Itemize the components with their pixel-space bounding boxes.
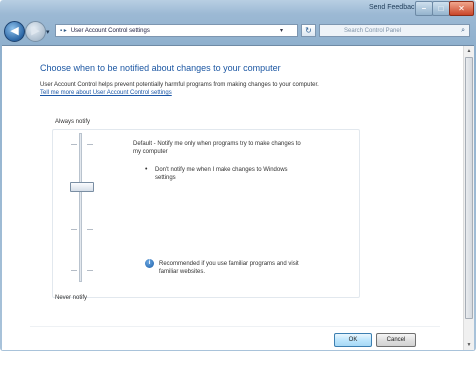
scroll-thumb[interactable] <box>465 57 473 319</box>
search-placeholder: Search Control Panel <box>344 28 402 34</box>
close-icon: ✕ <box>458 4 465 13</box>
navigation-bar: ◀ ▶ ▾ ▪ ▸ User Account Control settings ▾… <box>0 17 476 45</box>
content-pane: Choose when to be notified about changes… <box>2 45 474 350</box>
maximize-icon: □ <box>438 4 444 13</box>
cancel-label: Cancel <box>386 337 406 343</box>
refresh-icon: ↻ <box>305 26 312 35</box>
tell-me-more-link[interactable]: Tell me more about User Account Control … <box>40 90 172 96</box>
slider-track[interactable] <box>79 133 82 282</box>
send-feedback-link[interactable]: Send Feedback <box>369 2 418 13</box>
vertical-scrollbar[interactable]: ▲ ▼ <box>463 46 474 350</box>
address-text: User Account Control settings <box>70 28 150 34</box>
page-title: Choose when to be notified about changes… <box>40 63 281 73</box>
forward-button[interactable]: ▶ <box>25 21 46 42</box>
slider-top-label: Always notify <box>55 119 91 125</box>
recent-pages-dropdown-icon[interactable]: ▾ <box>46 28 50 36</box>
level-bullet: Don't notify me when I make changes to W… <box>155 167 288 181</box>
window-frame: Send Feedback – □ ✕ ◀ ▶ ▾ ▪ ▸ User Accoun… <box>0 0 476 351</box>
address-bar[interactable]: ▪ ▸ User Account Control settings ▾ <box>55 24 298 37</box>
back-arrow-icon: ◀ <box>10 25 19 37</box>
slider-bottom-label: Never notify <box>55 295 88 301</box>
slider-tick <box>87 144 93 145</box>
slider-tick <box>71 270 77 271</box>
address-dropdown-icon[interactable]: ▾ <box>280 25 283 36</box>
minimize-icon: – <box>421 4 427 13</box>
cancel-button[interactable]: Cancel <box>376 333 416 347</box>
ok-button[interactable]: OK <box>334 333 372 347</box>
ok-label: OK <box>348 337 358 343</box>
close-button[interactable]: ✕ <box>449 1 474 16</box>
page-description: User Account Control helps prevent poten… <box>40 82 319 88</box>
control-panel-icon: ▪ ▸ <box>60 28 67 34</box>
info-icon: i <box>145 259 154 268</box>
scroll-down-icon[interactable]: ▼ <box>464 340 474 350</box>
slider-tick <box>87 229 93 230</box>
slider-tick <box>71 144 77 145</box>
slider-tick <box>71 229 77 230</box>
divider <box>30 326 440 327</box>
search-icon[interactable]: ⌕ <box>461 25 465 37</box>
forward-arrow-icon: ▶ <box>31 25 40 37</box>
scroll-up-icon[interactable]: ▲ <box>464 46 474 56</box>
slider-tick <box>87 270 93 271</box>
recommendation-text: Recommended if you use familiar programs… <box>159 261 299 275</box>
bullet-icon: • <box>145 166 148 173</box>
minimize-button[interactable]: – <box>415 1 433 16</box>
back-button[interactable]: ◀ <box>4 21 25 42</box>
refresh-button[interactable]: ↻ <box>301 24 316 37</box>
maximize-button[interactable]: □ <box>432 1 450 16</box>
search-input[interactable]: Search Control Panel ⌕ <box>319 24 470 37</box>
slider-thumb[interactable] <box>70 182 94 192</box>
level-description: Default - Notify me only when programs t… <box>133 141 301 155</box>
